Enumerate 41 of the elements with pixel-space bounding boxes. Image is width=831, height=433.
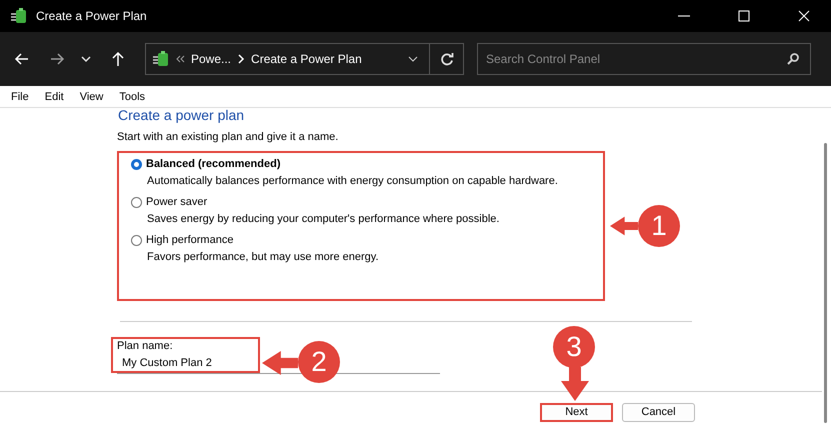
plan-description: Automatically balances performance with energy consumption on capable hardware. (147, 175, 559, 187)
up-arrow-icon[interactable] (110, 51, 126, 67)
battery-icon (152, 50, 170, 68)
dialog-button[interactable]: Cancel (622, 402, 695, 422)
radio-button[interactable] (131, 234, 142, 246)
menu-item[interactable]: View (80, 90, 104, 102)
search-field[interactable]: Search Control Panel (477, 43, 811, 75)
battery-icon (10, 7, 28, 25)
menu-item[interactable]: Tools (119, 90, 146, 102)
close-icon[interactable] (797, 9, 811, 23)
chevron-right-icon (237, 54, 246, 64)
window-title: Create a Power Plan (36, 9, 147, 23)
refresh-button[interactable] (430, 43, 464, 75)
search-icon[interactable] (786, 52, 800, 66)
menu-item[interactable]: Edit (44, 90, 64, 102)
callout-badge: 1 (638, 205, 680, 247)
callout-badge: 3 (553, 326, 595, 368)
callout-arrow (262, 348, 298, 378)
double-chevron-icon (176, 55, 185, 63)
address-bar[interactable]: Powe... Create a Power Plan (145, 43, 430, 75)
radio-option[interactable]: Balanced (recommended) (131, 158, 603, 170)
radio-button[interactable] (131, 158, 142, 170)
callout-arrow (560, 367, 590, 401)
refresh-icon (440, 52, 454, 66)
field-label: Plan name: (117, 340, 174, 353)
forward-arrow-icon[interactable] (49, 51, 65, 67)
breadcrumb[interactable]: Powe... (191, 52, 232, 66)
plan-description: Saves energy by reducing your computer's performance where possible. (147, 213, 500, 225)
maximize-icon[interactable] (737, 9, 751, 23)
breadcrumb[interactable]: Create a Power Plan (251, 52, 362, 66)
radio-option[interactable]: Power saver (131, 196, 603, 208)
menu-item[interactable]: File (11, 90, 29, 102)
back-arrow-icon[interactable] (14, 51, 30, 67)
radio-option[interactable]: High performance (131, 234, 603, 246)
intro-text: Start with an existing plan and give it a name. (117, 131, 340, 143)
scrollbar[interactable] (824, 143, 827, 423)
radio-button[interactable] (131, 196, 142, 208)
callout-badge: 2 (298, 341, 340, 383)
page-heading: Create a power plan (118, 108, 246, 122)
dialog-button[interactable]: Next (540, 402, 613, 422)
plan-description: Favors performance, but may use more energy. (147, 251, 380, 263)
